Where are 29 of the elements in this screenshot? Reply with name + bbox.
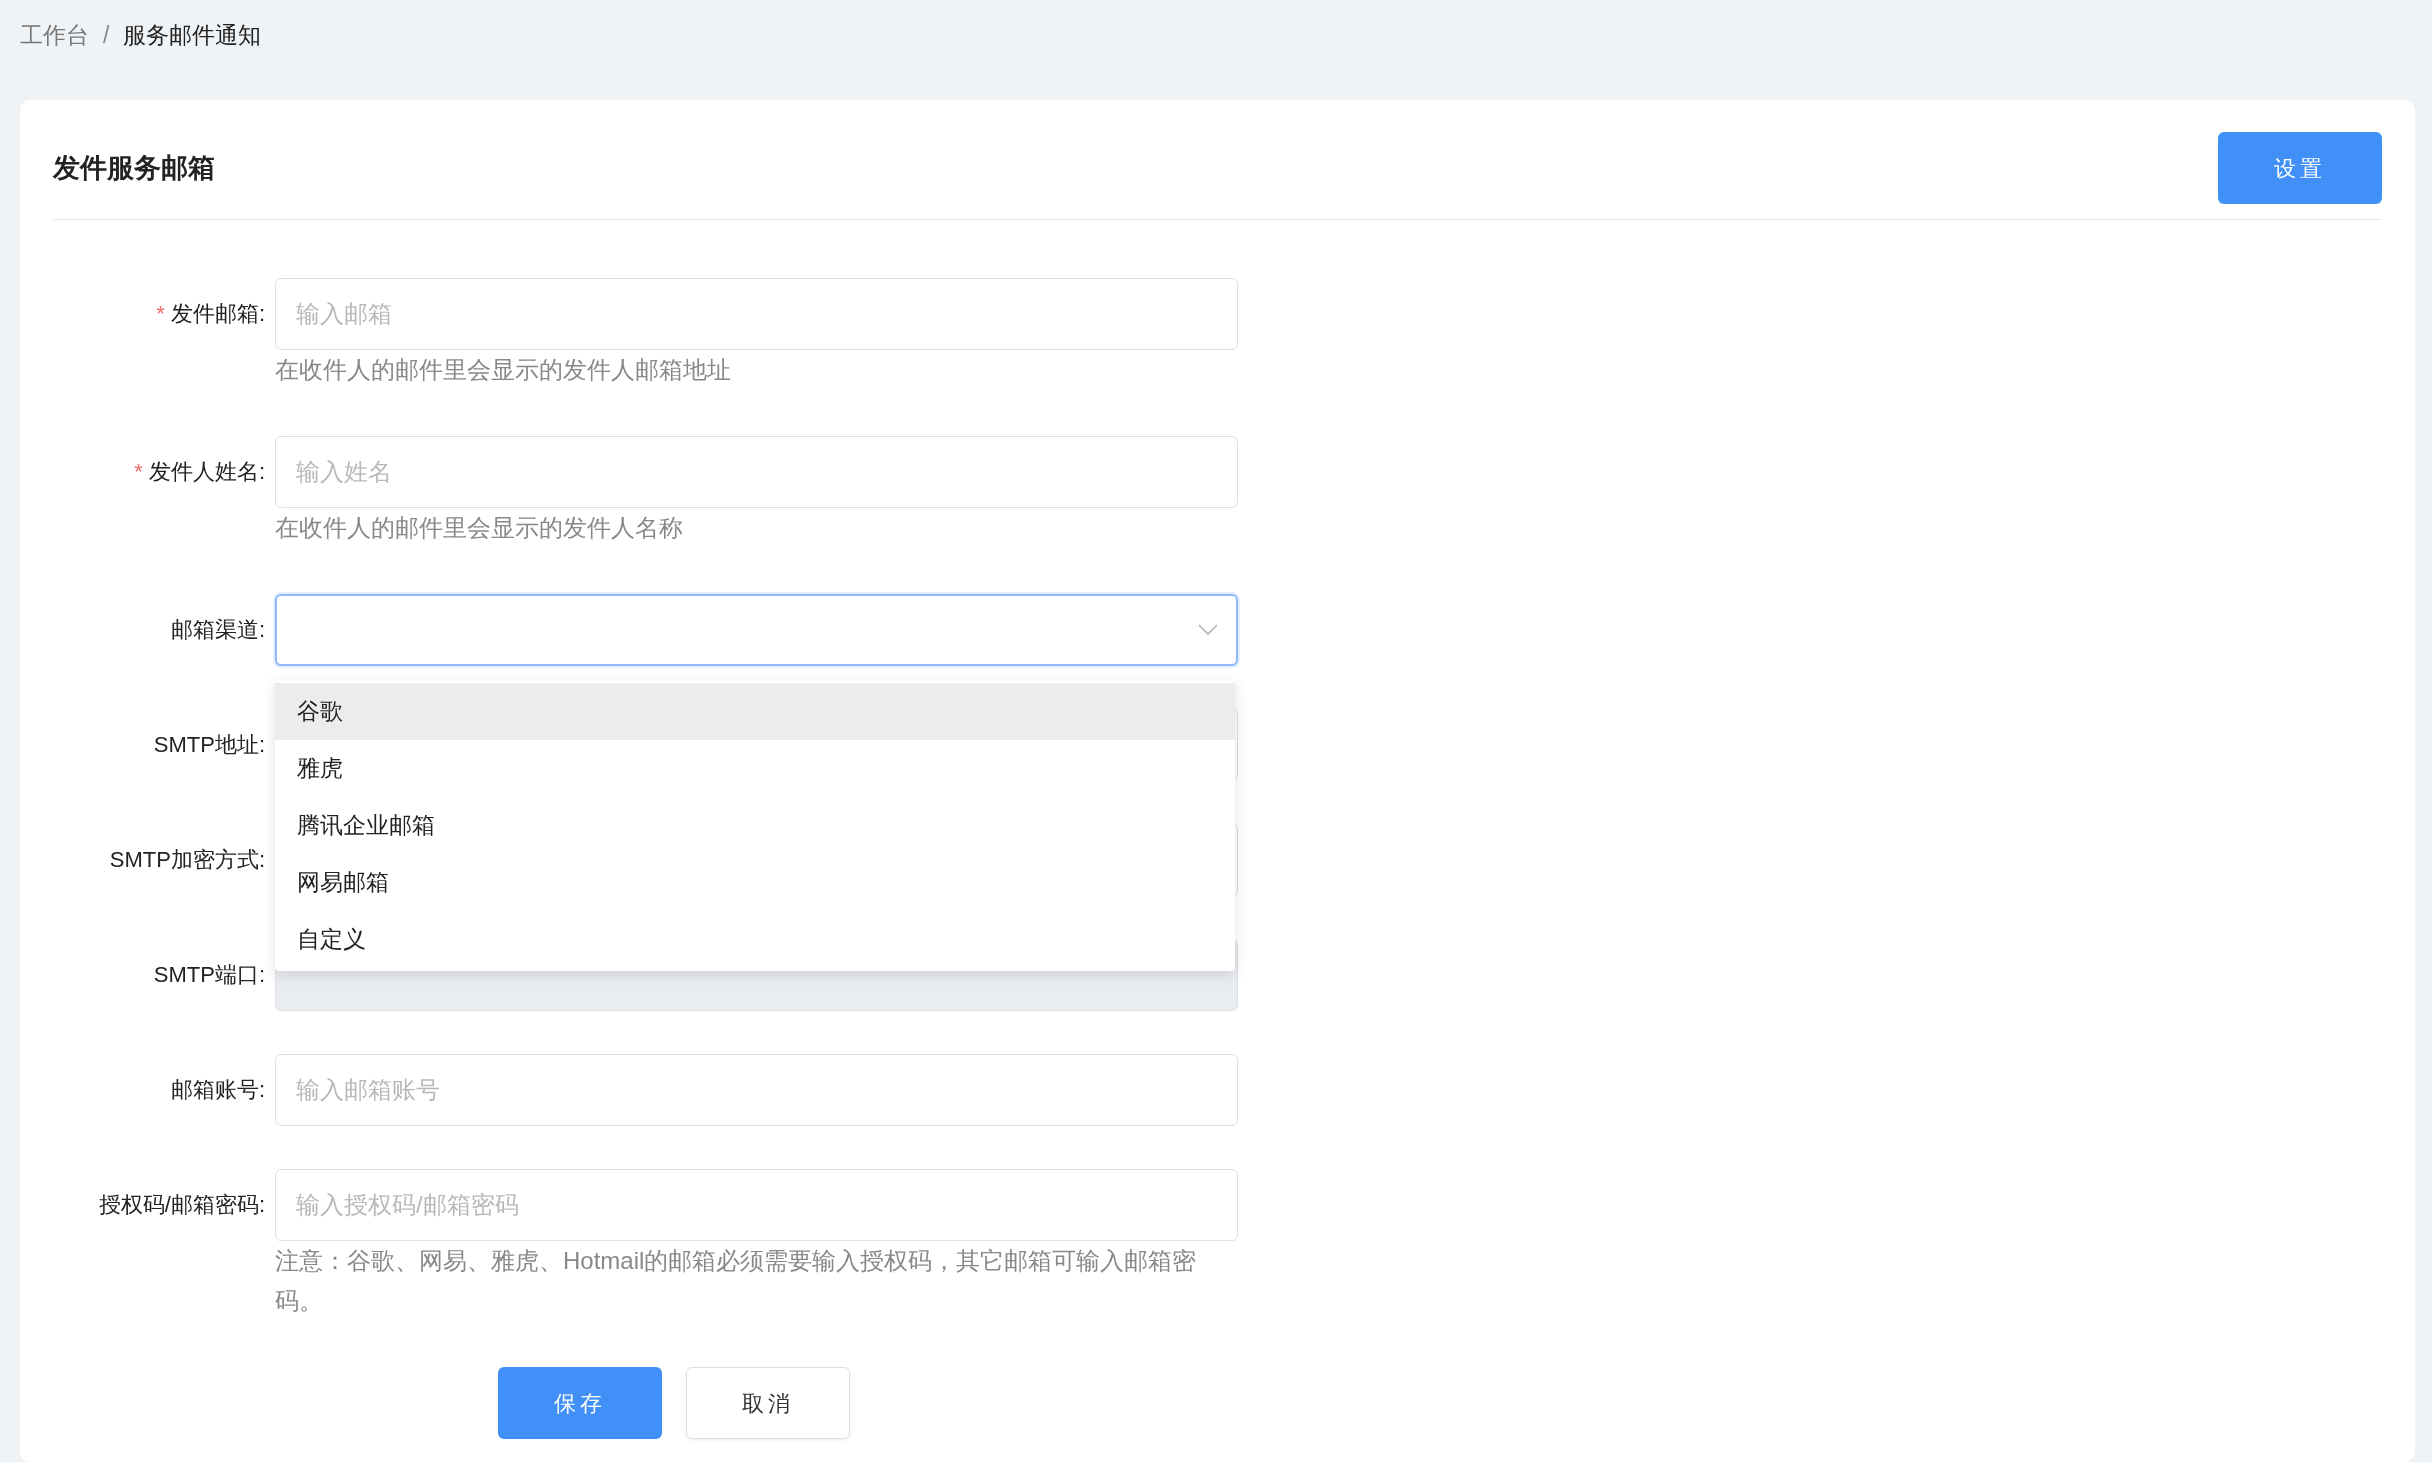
cancel-button[interactable]: 取消 [686,1367,850,1439]
field-label: 发件人姓名: [148,459,265,484]
required-mark: * [134,459,143,484]
dropdown-option[interactable]: 谷歌 [275,683,1235,740]
breadcrumb-separator: / [103,22,110,48]
chevron-down-icon [1198,624,1218,636]
card-title: 发件服务邮箱 [53,151,215,185]
field-label: 邮箱渠道: [170,617,265,642]
dropdown-option[interactable]: 腾讯企业邮箱 [275,797,1235,854]
hint-text: 注意：谷歌、网易、雅虎、Hotmail的邮箱必须需要输入授权码，其它邮箱可输入邮箱密码。 [275,1246,1198,1316]
field-label: SMTP地址: [153,732,265,757]
dropdown-option[interactable]: 自定义 [275,911,1235,968]
field-label: 授权码/邮箱密码: [98,1192,265,1217]
field-label: 发件邮箱: [170,301,265,326]
dropdown-option[interactable]: 雅虎 [275,740,1235,797]
input-field[interactable]: 输入邮箱 [275,278,1238,350]
input-field[interactable]: 输入姓名 [275,436,1238,508]
hint-text: 在收件人的邮件里会显示的发件人名称 [275,513,684,543]
field-label: SMTP端口: [153,962,265,987]
required-mark: * [156,301,165,326]
input-field[interactable]: 输入授权码/邮箱密码 [275,1169,1238,1241]
dropdown-option[interactable]: 网易邮箱 [275,854,1235,911]
input-field[interactable]: 输入邮箱账号 [275,1054,1238,1126]
select-field[interactable] [275,594,1238,666]
field-label: SMTP加密方式: [109,847,265,872]
breadcrumb-item: 服务邮件通知 [123,22,262,48]
breadcrumb-item[interactable]: 工作台 [20,22,89,48]
hint-text: 在收件人的邮件里会显示的发件人邮箱地址 [275,355,732,385]
field-label: 邮箱账号: [170,1077,265,1102]
